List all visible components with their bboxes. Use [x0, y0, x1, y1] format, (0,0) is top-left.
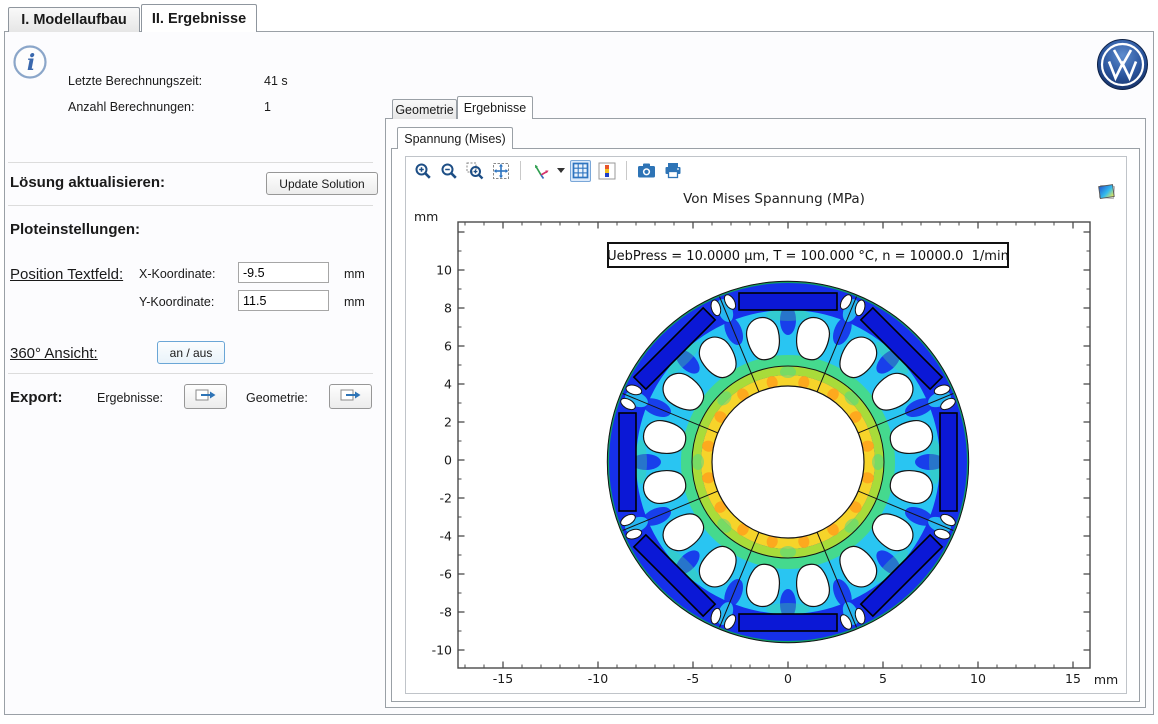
toggle-360-button[interactable]: an / aus — [157, 341, 225, 364]
toolbar-separator — [520, 161, 521, 180]
axis-orientation-icon[interactable] — [530, 160, 551, 182]
plot-canvas[interactable]: Von Mises Spannung (MPa) mm -15 -10 -5 0 5 10… — [406, 184, 1126, 693]
calc-count-value: 1 — [264, 100, 271, 114]
update-solution-label: Update Solution — [279, 177, 364, 191]
x-coordinate-input[interactable] — [238, 262, 329, 283]
axis-orientation-dropdown[interactable] — [557, 168, 565, 173]
calc-count-label: Anzahl Berechnungen: — [68, 100, 194, 114]
export-heading: Export: — [10, 389, 63, 406]
show-color-legend-icon[interactable] — [596, 160, 617, 182]
graphics-toolbar — [412, 158, 683, 183]
screenshot-icon[interactable] — [636, 160, 657, 182]
show-grid-icon[interactable] — [570, 160, 591, 182]
x-coordinate-label: X-Koordinate: — [139, 267, 215, 281]
export-arrow-icon — [195, 388, 217, 405]
tab-ergebnisse[interactable]: II. Ergebnisse — [141, 4, 257, 32]
viewer-tab-ergebnisse-label: Ergebnisse — [464, 101, 527, 115]
svg-text:-8: -8 — [440, 605, 453, 620]
svg-text:0: 0 — [784, 671, 792, 686]
export-results-button[interactable] — [184, 384, 227, 409]
last-calc-value: 41 s — [264, 74, 288, 88]
svg-text:10: 10 — [970, 671, 986, 686]
svg-text:-6: -6 — [440, 567, 453, 582]
view-360-label: 360° Ansicht: — [10, 345, 98, 362]
x-axis-unit: mm — [1094, 672, 1118, 687]
plot-tab-label: Spannung (Mises) — [404, 132, 505, 146]
y-coordinate-label: Y-Koordinate: — [139, 295, 214, 309]
export-results-label: Ergebnisse: — [97, 391, 163, 405]
tab-modellaufbau-label: I. Modellaufbau — [21, 12, 127, 28]
svg-text:-15: -15 — [493, 671, 513, 686]
viewer-tab-ergebnisse[interactable]: Ergebnisse — [457, 96, 533, 119]
print-icon[interactable] — [662, 160, 683, 182]
zoom-extents-icon[interactable] — [490, 160, 511, 182]
export-geometry-label: Geometrie: — [246, 391, 308, 405]
last-calc-label: Letzte Berechnungszeit: — [68, 74, 202, 88]
y-coordinate-input[interactable] — [238, 290, 329, 311]
svg-text:-2: -2 — [440, 491, 452, 506]
export-geometry-button[interactable] — [329, 384, 372, 409]
export-arrow-icon — [340, 388, 362, 405]
toolbar-separator — [626, 161, 627, 180]
toggle-360-label: an / aus — [170, 346, 213, 360]
separator — [8, 162, 373, 163]
svg-text:-10: -10 — [588, 671, 608, 686]
svg-text:8: 8 — [444, 301, 452, 316]
tab-ergebnisse-label: II. Ergebnisse — [152, 11, 246, 27]
svg-text:6: 6 — [444, 339, 452, 354]
y-axis-unit: mm — [414, 209, 438, 224]
svg-text:-5: -5 — [687, 671, 699, 686]
annotation-text: UebPress = 10.0000 µm, T = 100.000 °C, n… — [607, 249, 1009, 264]
svg-text:4: 4 — [444, 377, 452, 392]
svg-text:i: i — [27, 50, 35, 76]
viewer-tab-geometrie[interactable]: Geometrie — [392, 99, 457, 119]
viewer-tab-geometrie-label: Geometrie — [395, 103, 453, 117]
svg-text:5: 5 — [879, 671, 887, 686]
zoom-selection-icon[interactable] — [464, 160, 485, 182]
svg-text:10: 10 — [436, 263, 452, 278]
separator — [8, 205, 373, 206]
position-textfeld-label: Position Textfeld: — [10, 266, 123, 283]
rotor-stress-plot — [607, 281, 968, 642]
svg-text:2: 2 — [444, 415, 452, 430]
y-unit-label: mm — [344, 295, 365, 309]
update-solution-button[interactable]: Update Solution — [266, 172, 378, 195]
tab-modellaufbau[interactable]: I. Modellaufbau — [8, 7, 140, 32]
svg-text:0: 0 — [444, 453, 452, 468]
svg-text:-10: -10 — [432, 643, 452, 658]
vw-logo — [1096, 38, 1149, 96]
x-unit-label: mm — [344, 267, 365, 281]
plot-settings-heading: Ploteinstellungen: — [10, 221, 140, 238]
zoom-in-icon[interactable] — [412, 160, 433, 182]
svg-text:-4: -4 — [440, 529, 453, 544]
zoom-out-icon[interactable] — [438, 160, 459, 182]
plot-tab-spannung-mises[interactable]: Spannung (Mises) — [397, 127, 513, 149]
info-icon: i — [12, 44, 48, 80]
solution-heading: Lösung aktualisieren: — [10, 174, 165, 191]
svg-text:15: 15 — [1065, 671, 1081, 686]
separator — [8, 373, 373, 374]
plot-title: Von Mises Spannung (MPa) — [683, 191, 865, 207]
